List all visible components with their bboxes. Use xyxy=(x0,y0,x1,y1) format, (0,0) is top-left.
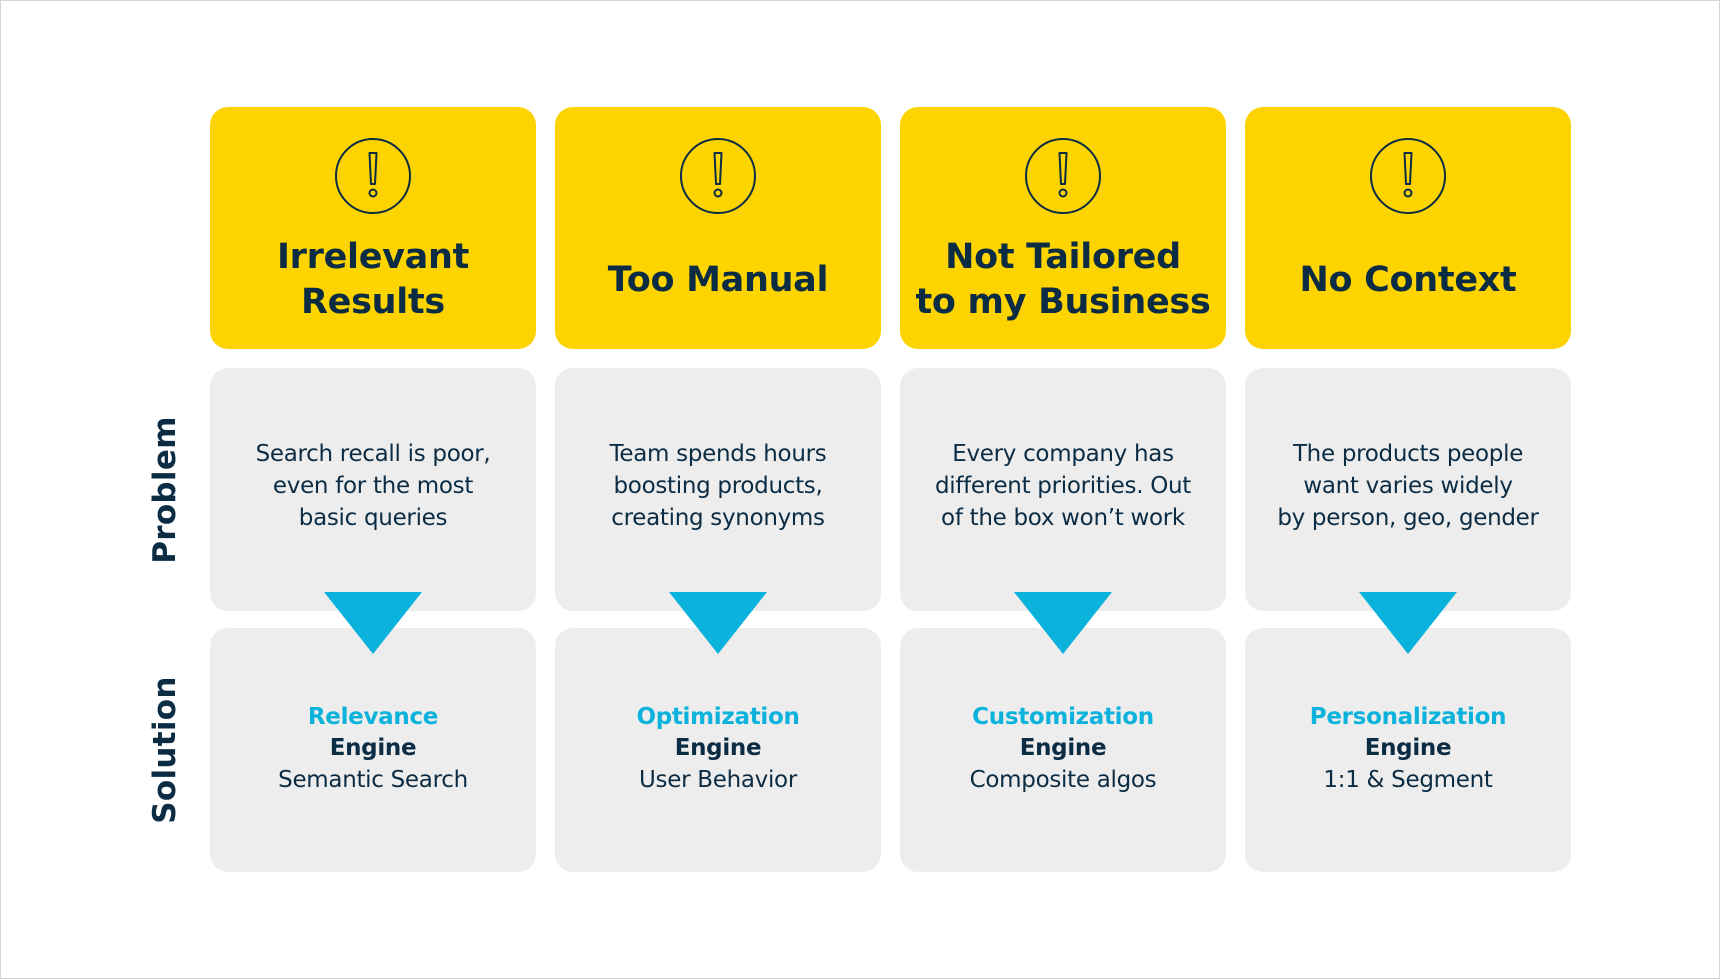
column-irrelevant-results: Irrelevant Results Search recall is poor… xyxy=(210,0,536,979)
solution-card: Personalization Engine 1:1 & Segment xyxy=(1245,628,1571,872)
header-card: Irrelevant Results xyxy=(210,107,536,349)
exclamation-circle-icon xyxy=(335,138,411,214)
solution-name: Optimization xyxy=(636,704,800,730)
header-title: No Context xyxy=(1299,259,1517,300)
header-title: Not Tailored to my Business xyxy=(915,237,1211,322)
solution-name: Customization xyxy=(972,704,1154,730)
solution-description: 1:1 & Segment xyxy=(1323,767,1493,793)
problem-card: The products people want varies widely b… xyxy=(1245,368,1571,611)
column-not-tailored: Not Tailored to my Business Every compan… xyxy=(900,0,1226,979)
problem-card: Search recall is poor, even for the most… xyxy=(210,368,536,611)
problem-text: Team spends hours boosting products, cre… xyxy=(609,441,827,531)
solution-name: Personalization xyxy=(1309,704,1507,730)
solution-card: Optimization Engine User Behavior xyxy=(555,628,881,872)
solution-description: User Behavior xyxy=(639,767,797,793)
down-arrow-icon xyxy=(669,592,767,654)
header-title: Irrelevant Results xyxy=(276,237,470,322)
header-title: Too Manual xyxy=(607,259,829,300)
header-card: No Context xyxy=(1245,107,1571,349)
solution-name: Relevance xyxy=(307,704,439,730)
solution-description: Composite algos xyxy=(969,767,1157,793)
problem-card: Team spends hours boosting products, cre… xyxy=(555,368,881,611)
header-card: Not Tailored to my Business xyxy=(900,107,1226,349)
down-arrow-icon xyxy=(1014,592,1112,654)
solution-engine: Engine xyxy=(1364,735,1452,761)
solution-card: Relevance Engine Semantic Search xyxy=(210,628,536,872)
solution-description: Semantic Search xyxy=(278,767,468,793)
solution-card: Customization Engine Composite algos xyxy=(900,628,1226,872)
solution-engine: Engine xyxy=(329,735,417,761)
problem-text: Every company has different priorities. … xyxy=(934,441,1192,531)
exclamation-circle-icon xyxy=(1025,138,1101,214)
down-arrow-icon xyxy=(1359,592,1457,654)
column-too-manual: Too Manual Team spends hours boosting pr… xyxy=(555,0,881,979)
solution-engine: Engine xyxy=(1019,735,1107,761)
header-card: Too Manual xyxy=(555,107,881,349)
solution-engine: Engine xyxy=(674,735,762,761)
row-label-solution: Solution xyxy=(147,676,183,824)
problem-text: The products people want varies widely b… xyxy=(1277,441,1539,531)
down-arrow-icon xyxy=(324,592,422,654)
column-no-context: No Context The products people want vari… xyxy=(1245,0,1571,979)
problem-text: Search recall is poor, even for the most… xyxy=(255,441,491,531)
row-label-problem: Problem xyxy=(147,416,183,564)
exclamation-circle-icon xyxy=(680,138,756,214)
problem-card: Every company has different priorities. … xyxy=(900,368,1226,611)
exclamation-circle-icon xyxy=(1370,138,1446,214)
